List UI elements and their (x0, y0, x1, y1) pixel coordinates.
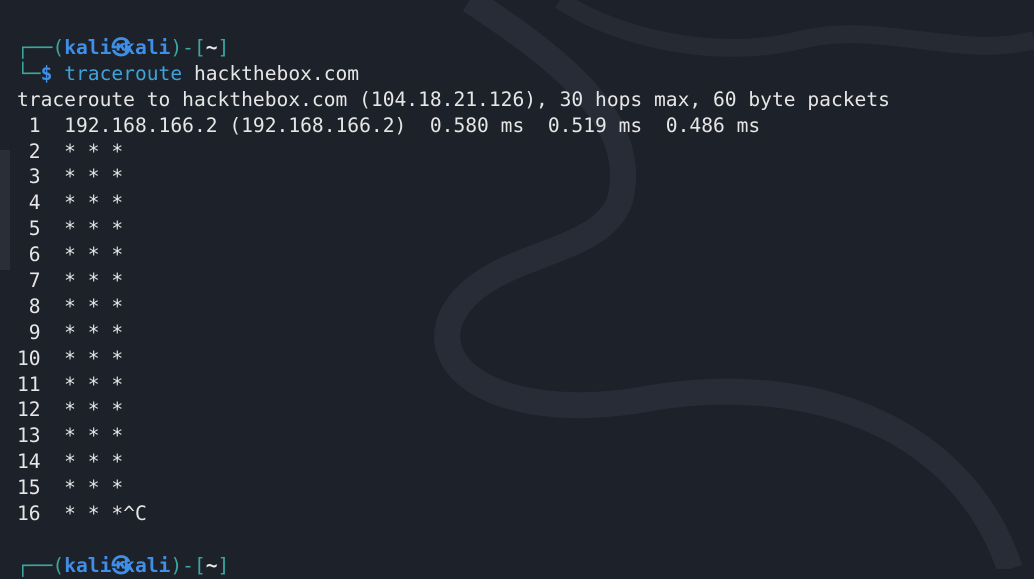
hop-line: 5 * * * (17, 217, 124, 241)
hop-line: 4 * * * (17, 191, 124, 215)
prompt-user: kali (64, 553, 112, 577)
command-name: traceroute (64, 61, 183, 85)
hop-line: 14 * * * (17, 450, 124, 474)
hop-line: 2 * * * (17, 139, 124, 163)
hop-line: 8 * * * (17, 294, 124, 318)
output-header: traceroute to hackthebox.com (104.18.21.… (17, 87, 890, 111)
hop-line: 12 * * * (17, 398, 124, 422)
hop-line: 9 * * * (17, 320, 124, 344)
command-line: └─$ traceroute hackthebox.com (17, 61, 360, 85)
terminal-output[interactable]: ┌──(kali㉿kali)-[~] └─$ traceroute hackth… (17, 35, 890, 579)
hop-line: 1 192.168.166.2 (192.168.166.2) 0.580 ms… (17, 113, 761, 137)
hop-line: 10 * * * (17, 346, 124, 370)
prompt-user: kali (64, 36, 112, 59)
hop-line: 11 * * * (17, 372, 124, 396)
hop-line: 3 * * * (17, 165, 124, 189)
prompt-host: kali (123, 553, 171, 577)
hop-line: 6 * * * (17, 243, 124, 267)
prompt-cwd: ~ (205, 553, 218, 577)
hop-line: 15 * * * (17, 476, 124, 500)
prompt-symbol: $ (40, 61, 53, 85)
hop-line: 16 * * *^C (17, 502, 147, 526)
hop-line: 13 * * * (17, 424, 124, 448)
command-args: hackthebox.com (193, 61, 360, 85)
prompt-cwd: ~ (205, 36, 218, 59)
kali-skull-icon: ㉿ (111, 36, 131, 59)
prompt-line-1: ┌──(kali㉿kali)-[~] (17, 36, 230, 59)
hop-line: 7 * * * (17, 269, 124, 293)
prompt-line-2: ┌──(kali㉿kali)-[~] (17, 553, 230, 577)
prompt-host: kali (123, 36, 171, 59)
kali-skull-icon: ㉿ (111, 553, 131, 577)
